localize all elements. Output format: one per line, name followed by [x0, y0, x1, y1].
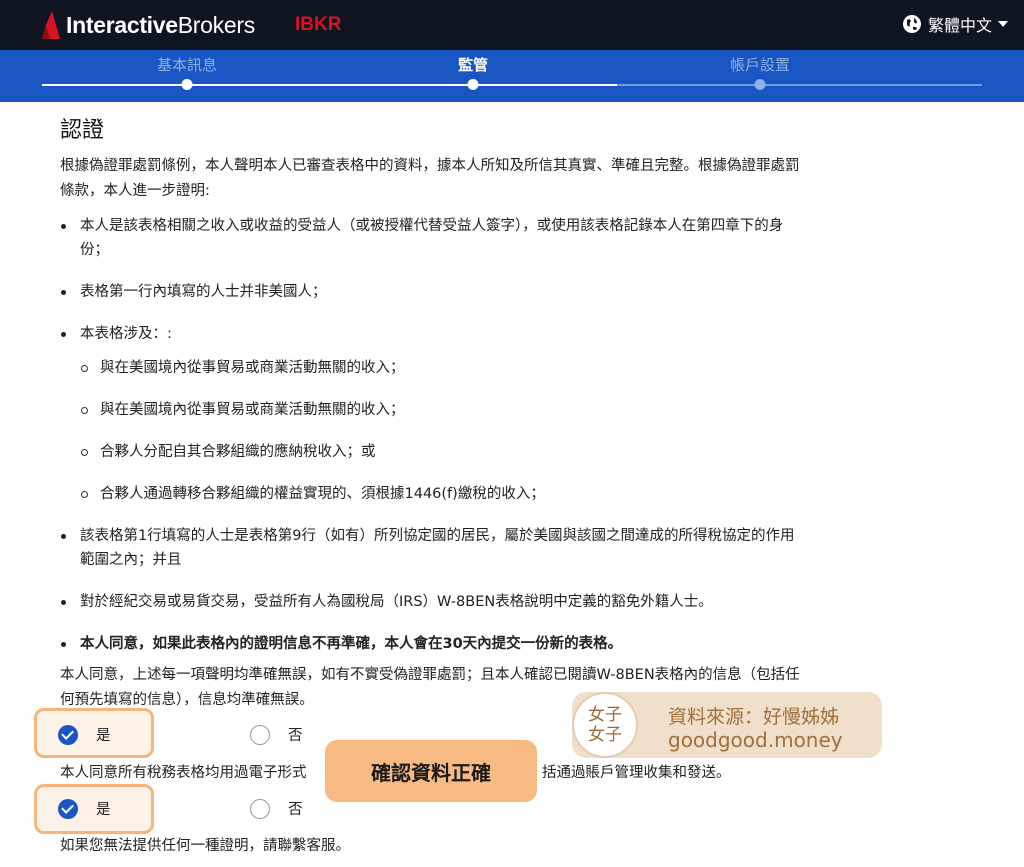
- certification-section: 認證 根據偽證罪處罰條例，本人聲明本人已審查表格中的資料，據本人所知及所信其真實…: [60, 102, 800, 674]
- badge-source-text: 資料來源：好慢姊姊: [668, 706, 840, 728]
- step-regulatory[interactable]: 監管: [458, 54, 488, 75]
- radio-yes-2[interactable]: 是: [58, 798, 111, 819]
- language-selector[interactable]: 繁體中文: [902, 12, 1008, 36]
- radio-icon: [250, 798, 270, 819]
- language-label: 繁體中文: [927, 16, 992, 35]
- top-bar: InteractiveBrokers IBKR 繁體中文: [0, 0, 1024, 50]
- step-account-setup[interactable]: 帳戶設置: [730, 54, 790, 75]
- ticker-label: IBKR: [295, 14, 342, 35]
- callout-confirm: 確認資料正確: [325, 740, 537, 802]
- logo-text: InteractiveBrokers: [66, 11, 255, 38]
- step-dot-regulatory: [467, 79, 479, 90]
- sub-list-item: 合夥人分配自其合夥組織的應納稅收入；或: [80, 440, 800, 464]
- badge-logo-line: 女子: [588, 705, 622, 725]
- radio-no-2[interactable]: 否: [250, 798, 303, 819]
- progress-stepper: 基本訊息 監管 帳戶設置: [0, 50, 1024, 102]
- step-basic-info[interactable]: 基本訊息: [157, 54, 217, 75]
- step-dot-basic-info: [181, 79, 193, 90]
- badge-logo-line: 女子: [588, 725, 622, 745]
- list-item-text: 本表格涉及：:: [80, 326, 172, 342]
- badge-logo: 女子 女子: [572, 692, 638, 758]
- sub-list-item: 與在美國境內從事貿易或商業活動無關的收入；: [80, 398, 800, 422]
- ib-flame-icon: [42, 11, 60, 39]
- footer-note: 如果您無法提供任何一種證明，請聯繫客服。: [60, 838, 350, 854]
- radio-label: 否: [288, 728, 303, 744]
- ib-logo[interactable]: InteractiveBrokers: [42, 10, 255, 40]
- radio-no-1[interactable]: 否: [250, 724, 303, 745]
- list-item: 表格第一行內填寫的人士并非美國人；: [60, 280, 800, 304]
- agreement-text-2: 本人同意所有稅務表格均用過電子形式: [60, 765, 307, 781]
- sub-list-item: 與在美國境內從事貿易或商業活動無關的收入；: [80, 356, 800, 380]
- globe-icon: [902, 15, 921, 33]
- page-title: 認證: [60, 118, 105, 143]
- agreement-text-2-tail: 括通過賬戶管理收集和發送。: [542, 765, 731, 781]
- list-item: 本表格涉及：: 與在美國境內從事貿易或商業活動無關的收入； 與在美國境內從事貿易…: [60, 322, 800, 506]
- list-item: 對於經紀交易或易貨交易，受益所有人為國稅局（IRS）W-8BEN表格說明中定義的…: [60, 590, 800, 614]
- radio-label: 否: [288, 802, 303, 818]
- certification-list: 本人是該表格相關之收入或收益的受益人（或被授權代替受益人簽字），或使用該表格記錄…: [60, 214, 800, 656]
- list-item-bold: 本人同意，如果此表格內的證明信息不再準確，本人會在30天內提交一份新的表格。: [60, 632, 800, 656]
- source-badge: 女子 女子 資料來源：好慢姊姊 goodgood.money: [572, 692, 882, 758]
- badge-url-text: goodgood.money: [668, 728, 843, 752]
- checked-radio-icon: [58, 798, 78, 819]
- radio-yes-1[interactable]: 是: [58, 724, 111, 745]
- intro-text: 根據偽證罪處罰條例，本人聲明本人已審查表格中的資料，據本人所知及所信其真實、準確…: [60, 158, 800, 199]
- list-item: 本人是該表格相關之收入或收益的受益人（或被授權代替受益人簽字），或使用該表格記錄…: [60, 214, 800, 262]
- step-track-complete: [42, 84, 617, 86]
- checked-radio-icon: [58, 724, 78, 745]
- sub-list: 與在美國境內從事貿易或商業活動無關的收入； 與在美國境內從事貿易或商業活動無關的…: [80, 356, 800, 506]
- sub-list-item: 合夥人通過轉移合夥組織的權益實現的、須根據1446(f)繳稅的收入；: [80, 482, 800, 506]
- radio-label: 是: [96, 802, 111, 818]
- step-dot-account-setup: [754, 79, 766, 90]
- chevron-down-icon: [998, 21, 1008, 27]
- radio-label: 是: [96, 728, 111, 744]
- radio-icon: [250, 724, 270, 745]
- list-item: 該表格第1行填寫的人士是表格第9行（如有）所列協定國的居民，屬於美國與該國之間達…: [60, 524, 800, 572]
